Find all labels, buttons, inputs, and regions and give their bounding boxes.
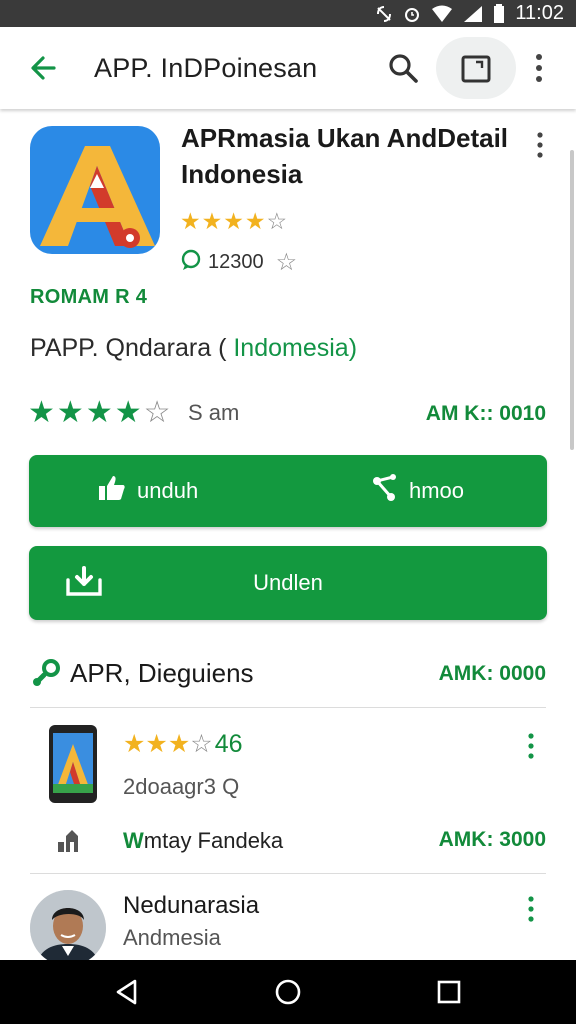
star-icon: ★ (223, 208, 244, 234)
search-icon[interactable] (386, 51, 420, 85)
app-name: APRmasia Ukan AndDetail Indonesia (181, 123, 509, 189)
star-icon: ★ (180, 208, 201, 234)
subtitle-prefix: PAPP. Qndarara ( (30, 334, 227, 362)
item-meta: AMK: 3000 (438, 828, 546, 851)
install-button[interactable]: Undlen (29, 546, 547, 620)
item-label-rest: mtay Fandeka (143, 828, 284, 853)
clock-time: 11:02 (515, 2, 564, 24)
more-options-icon[interactable] (528, 51, 550, 85)
section-meta: AMK: 0000 (438, 662, 546, 685)
app-subtitle: PAPP. Qndarara ( Indomesia) (30, 334, 357, 363)
navigation-bar (0, 960, 576, 1024)
section-title: APR, Dieguiens (70, 658, 254, 688)
download-label: unduh (137, 478, 199, 503)
downloads-count: 12300 (208, 251, 264, 273)
app-logo (30, 126, 160, 254)
star-icon: ★ (114, 396, 142, 429)
star-outline-icon: ☆ (275, 249, 298, 276)
user-rating-stars[interactable]: ★ ★ ★ ★ ☆ (28, 396, 171, 430)
app-rating-stars: ★ ★ ★ ★ ☆ (180, 208, 287, 234)
reviewer-subtitle: Andmesia (123, 925, 221, 950)
rating-value: 46 (214, 730, 243, 758)
review-more-icon[interactable] (526, 895, 536, 923)
avatar[interactable] (30, 890, 106, 966)
rating-text: S am (188, 400, 240, 425)
app-more-icon[interactable] (530, 130, 550, 160)
developer-name[interactable]: ROMAM R 4 (30, 286, 147, 309)
scrollbar[interactable] (570, 150, 574, 450)
star-outline-icon: ☆ (266, 208, 288, 234)
item-label-initial: W (123, 828, 144, 853)
item-label[interactable]: Wmtay Fandeka (123, 828, 283, 854)
star-outline-icon: ☆ (143, 396, 171, 429)
app-meta: AM K:: 0010 (425, 402, 546, 425)
subtitle-highlight: Indomesia) (233, 334, 358, 362)
item-subtitle: 2doaagr3 Q (123, 774, 240, 799)
open-in-app-button[interactable] (436, 37, 516, 99)
open-in-icon (461, 55, 491, 83)
star-icon: ★ (28, 396, 55, 429)
install-label: Undlen (253, 570, 323, 595)
download-button[interactable]: unduh (97, 455, 198, 527)
divider (30, 707, 546, 708)
item-rating: ★ ★ ★ ☆ 46 (123, 730, 243, 758)
star-outline-icon: ☆ (190, 730, 213, 758)
wifi-icon (431, 5, 453, 23)
do-not-disturb-icon (375, 5, 393, 23)
divider (30, 873, 546, 874)
signal-icon (463, 5, 483, 23)
share-icon (371, 473, 399, 509)
recents-nav-icon[interactable] (436, 978, 462, 1011)
reviewer-name: Nedunarasia (123, 892, 260, 919)
status-bar: 11:02 (0, 0, 576, 27)
share-label: hmoo (409, 478, 465, 503)
star-icon: ★ (201, 208, 223, 234)
app-thumbnail[interactable] (48, 724, 98, 804)
star-icon: ★ (56, 396, 84, 429)
star-icon: ★ (85, 396, 113, 429)
battery-icon (493, 3, 505, 24)
install-button-group: unduh hmoo (29, 455, 547, 527)
downloads-row: 12300 ☆ (180, 248, 297, 277)
star-icon: ★ (145, 730, 168, 758)
back-nav-icon[interactable] (113, 978, 141, 1011)
star-icon: ★ (123, 730, 146, 758)
link-icon (30, 657, 62, 694)
share-button[interactable]: hmoo (371, 455, 464, 527)
star-icon: ★ (244, 208, 266, 234)
home-nav-icon[interactable] (274, 978, 302, 1011)
back-arrow-icon[interactable] (26, 50, 62, 86)
alarm-icon (403, 5, 421, 23)
chat-bubble-icon (180, 249, 202, 277)
star-icon: ★ (167, 730, 191, 758)
thumbs-up-icon (97, 473, 127, 509)
app-bar: APP. InDPoinesan (0, 27, 576, 109)
trending-icon (56, 828, 84, 859)
item-more-icon[interactable] (526, 732, 536, 760)
page-title: APP. InDPoinesan (94, 53, 318, 83)
